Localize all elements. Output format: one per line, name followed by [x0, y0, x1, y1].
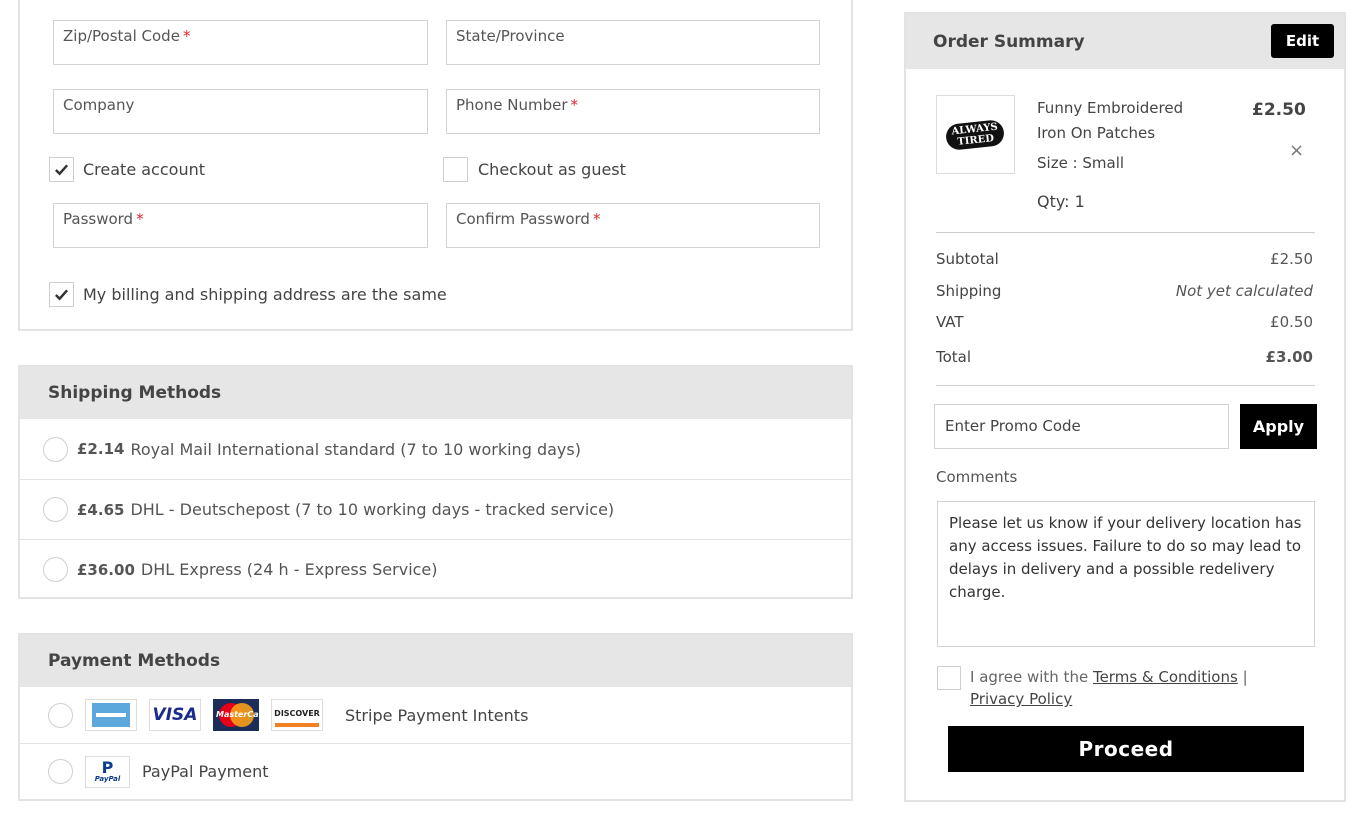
amex-icon — [85, 699, 137, 731]
product-qty: Qty: 1 — [1037, 192, 1085, 211]
remove-item-icon[interactable]: × — [1289, 140, 1304, 161]
shipping-name: Royal Mail International standard (7 to … — [130, 439, 581, 459]
product-name-line: Iron On Patches — [1037, 124, 1156, 142]
privacy-link[interactable]: Privacy Policy — [970, 690, 1072, 708]
product-size: Size : Small — [1037, 154, 1125, 172]
guest-checkbox[interactable] — [443, 157, 468, 182]
shipping-price: £4.65 — [77, 500, 125, 519]
discover-icon: DISCOVER — [271, 699, 323, 731]
required-mark: * — [570, 96, 579, 114]
order-summary-title: Order Summary — [933, 31, 1085, 52]
proceed-button[interactable]: Proceed — [948, 726, 1304, 772]
terms-link[interactable]: Terms & Conditions — [1093, 668, 1238, 686]
zip-label: Zip/Postal Code — [63, 27, 180, 45]
shipping-title: Shipping Methods — [20, 367, 851, 419]
shipping-value: Not yet calculated — [1175, 282, 1313, 300]
edit-button[interactable]: Edit — [1271, 24, 1334, 58]
vat-value: £0.50 — [1270, 313, 1313, 331]
state-field[interactable]: State/Province — [446, 20, 820, 65]
password-label: Password — [63, 210, 134, 228]
visa-icon: VISA — [149, 699, 201, 731]
required-mark: * — [136, 210, 144, 228]
paypal-icon: P PayPal — [85, 755, 130, 788]
mastercard-icon: MasterCard — [213, 699, 269, 731]
shipping-price: £2.14 — [77, 440, 125, 458]
order-summary: Order Summary Edit ALWAYS TIRED Funny Em… — [904, 12, 1346, 802]
subtotal-label: Subtotal — [936, 250, 999, 268]
phone-label: Phone Number — [456, 96, 568, 114]
create-account-checkbox[interactable] — [49, 157, 74, 182]
product-thumbnail[interactable]: ALWAYS TIRED — [936, 95, 1015, 174]
check-icon — [55, 164, 69, 176]
shipping-option[interactable]: £2.14 Royal Mail International standard … — [20, 419, 851, 479]
confirm-password-field[interactable]: Confirm Password * — [446, 203, 820, 248]
comments-textarea[interactable]: Please let us know if your delivery loca… — [937, 501, 1315, 647]
paypal-text: PayPal — [94, 774, 121, 783]
divider — [936, 385, 1315, 386]
product-name[interactable]: Funny Embroidered Iron On Patches — [1037, 96, 1227, 146]
comments-label: Comments — [936, 468, 1018, 486]
visa-text: VISA — [152, 705, 198, 725]
agree-prefix: I agree with the — [970, 668, 1089, 686]
shipping-option[interactable]: £4.65 DHL - Deutschepost (7 to 10 workin… — [20, 479, 851, 539]
payment-panel: Payment Methods VISA MasterCard DISCOVER… — [18, 633, 853, 801]
shipping-price: £36.00 — [77, 560, 135, 579]
product-name-line: Funny Embroidered — [1037, 99, 1184, 117]
shipping-radio[interactable] — [43, 557, 68, 582]
order-summary-header: Order Summary Edit — [906, 14, 1344, 69]
payment-radio[interactable] — [48, 702, 73, 728]
guest-label: Checkout as guest — [478, 160, 626, 179]
vat-label: VAT — [936, 313, 964, 331]
company-label: Company — [63, 96, 135, 114]
total-value: £3.00 — [1265, 348, 1313, 366]
agree-terms-text: I agree with the Terms & Conditions | Pr… — [970, 666, 1300, 710]
shipping-name: DHL Express (24 h - Express Service) — [140, 560, 438, 579]
same-address-label: My billing and shipping address are the … — [83, 285, 447, 304]
total-label: Total — [936, 348, 972, 366]
shipping-option[interactable]: £36.00 DHL Express (24 h - Express Servi… — [20, 539, 851, 599]
shipping-name: DHL - Deutschepost (7 to 10 working days… — [130, 500, 615, 519]
shipping-panel: Shipping Methods £2.14 Royal Mail Intern… — [18, 365, 853, 599]
confirm-password-label: Confirm Password — [456, 210, 590, 228]
same-address-checkbox[interactable] — [49, 282, 74, 307]
state-label: State/Province — [456, 27, 565, 45]
check-icon — [55, 289, 69, 301]
discover-text: DISCOVER — [274, 708, 320, 718]
payment-option-paypal[interactable]: P PayPal PayPal Payment — [20, 743, 851, 799]
promo-code-input[interactable]: Enter Promo Code — [934, 404, 1229, 449]
separator: | — [1242, 668, 1248, 686]
shipping-label: Shipping — [936, 282, 1002, 300]
required-mark: * — [592, 210, 601, 228]
phone-field[interactable]: Phone Number * — [446, 89, 820, 134]
divider — [936, 232, 1315, 233]
payment-radio[interactable] — [48, 759, 73, 784]
payment-option-stripe[interactable]: VISA MasterCard DISCOVER Stripe Payment … — [20, 687, 851, 743]
subtotal-value: £2.50 — [1270, 250, 1313, 268]
create-account-label: Create account — [83, 160, 205, 179]
apply-button[interactable]: Apply — [1240, 404, 1317, 449]
payment-name: Stripe Payment Intents — [345, 705, 529, 725]
mastercard-text: MasterCard — [216, 710, 269, 719]
shipping-radio[interactable] — [43, 436, 68, 462]
address-panel: Zip/Postal Code * State/Province Company … — [18, 0, 853, 331]
company-field[interactable]: Company — [53, 89, 428, 134]
required-mark: * — [182, 27, 191, 45]
payment-title: Payment Methods — [20, 635, 851, 687]
zip-field[interactable]: Zip/Postal Code * — [53, 20, 428, 65]
product-price: £2.50 — [1252, 100, 1306, 120]
password-field[interactable]: Password * — [53, 203, 428, 248]
agree-terms-checkbox[interactable] — [937, 666, 961, 690]
payment-name: PayPal Payment — [142, 762, 269, 781]
shipping-radio[interactable] — [43, 497, 68, 522]
